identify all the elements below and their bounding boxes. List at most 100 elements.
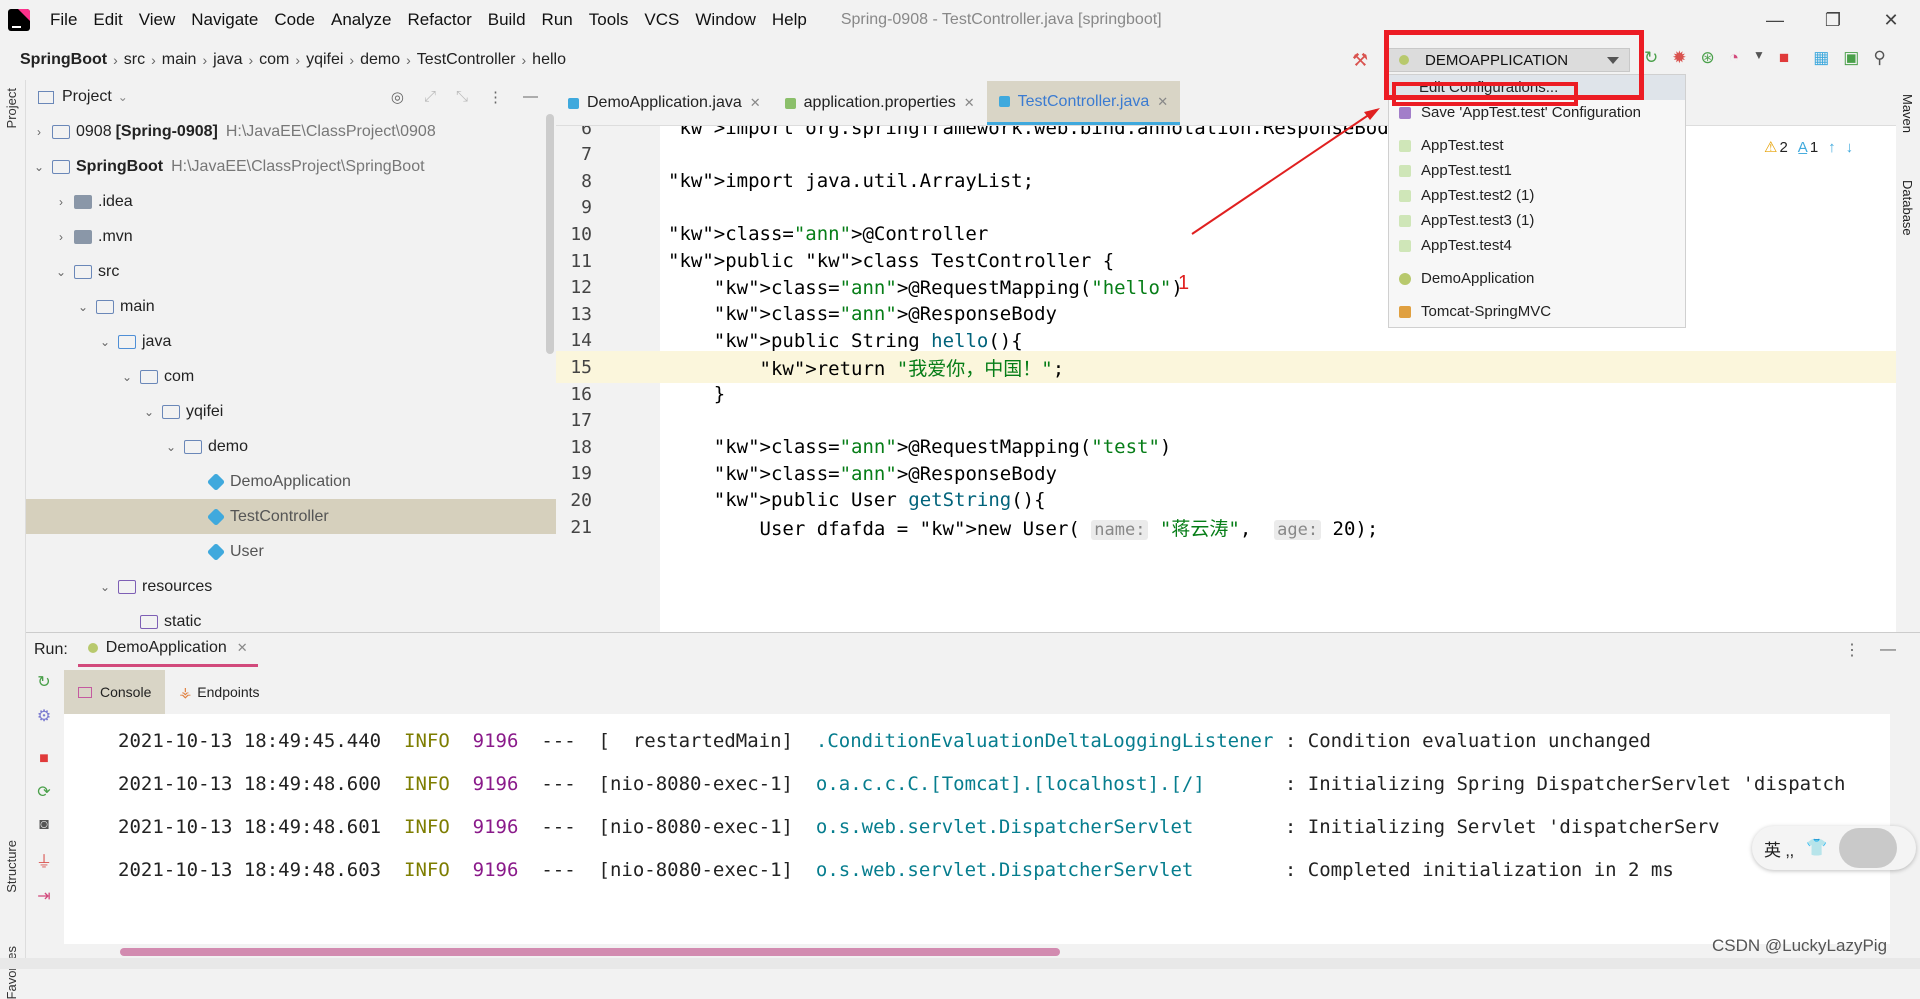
tree-item[interactable]: TestController <box>26 499 556 534</box>
tree-item[interactable]: ⌄ resources <box>26 569 556 604</box>
breadcrumb-item[interactable]: main <box>162 51 197 69</box>
chevron-down-icon[interactable]: ⌄ <box>76 300 90 314</box>
tree-item[interactable]: › 0908 [Spring-0908] H:\JavaEE\ClassProject… <box>26 114 556 149</box>
inspection-widget[interactable]: ⚠ 2 A̲ 1 ↑ ↓ <box>1764 138 1854 156</box>
close-icon[interactable]: ✕ <box>964 95 975 111</box>
breadcrumb-item[interactable]: SpringBoot <box>20 51 107 69</box>
debug-icon[interactable]: ✹ <box>1672 48 1686 68</box>
hide-panel-icon[interactable]: — <box>1880 641 1896 659</box>
tree-item[interactable]: DemoApplication <box>26 464 556 499</box>
tree-item[interactable]: ⌄ main <box>26 289 556 324</box>
tree-item[interactable]: ⌄ yqifei <box>26 394 556 429</box>
tree-item[interactable]: ⌄ com <box>26 359 556 394</box>
terminal-icon[interactable]: ▣ <box>1843 48 1859 68</box>
menu-item-build[interactable]: Build <box>480 10 534 30</box>
project-tool-tab[interactable]: Project <box>4 88 19 128</box>
structure-tool-tab[interactable]: Structure <box>4 840 19 893</box>
menu-item-analyze[interactable]: Analyze <box>323 10 399 30</box>
profile-icon[interactable]: ◔ <box>1729 48 1739 68</box>
menu-item-navigate[interactable]: Navigate <box>183 10 266 30</box>
rerun-icon[interactable]: ↻ <box>1644 48 1658 68</box>
run-config-item[interactable]: Tomcat-SpringMVC <box>1389 299 1685 324</box>
coverage-icon[interactable]: ⊛ <box>1701 48 1715 68</box>
close-icon[interactable]: ✕ <box>1157 94 1168 110</box>
breadcrumb-item[interactable]: yqifei <box>306 51 343 69</box>
editor-tab[interactable]: application.properties ✕ <box>773 81 987 125</box>
menu-item-window[interactable]: Window <box>687 10 763 30</box>
chevron-right-icon[interactable]: › <box>54 195 68 209</box>
close-icon[interactable]: ✕ <box>237 640 248 656</box>
tree-item[interactable]: ⌄ SpringBoot H:\JavaEE\ClassProject\Spring… <box>26 149 556 184</box>
rerun-icon[interactable]: ↻ <box>37 672 50 692</box>
tree-item[interactable]: static <box>26 604 556 632</box>
hide-panel-icon[interactable]: — <box>523 88 538 106</box>
settings-icon[interactable]: ⚙ <box>37 706 51 726</box>
database-tool-tab[interactable]: Database <box>1900 180 1915 236</box>
close-icon[interactable]: ✕ <box>1862 0 1920 40</box>
tree-item[interactable]: ⌄ src <box>26 254 556 289</box>
options-icon[interactable]: ⋮ <box>1844 640 1860 660</box>
exit-icon[interactable]: ⇥ <box>37 886 50 906</box>
build-hammer-icon[interactable]: ⚒ <box>1352 50 1368 71</box>
project-structure-icon[interactable]: ▦ <box>1813 48 1829 68</box>
run-config-item[interactable]: AppTest.test4 <box>1389 233 1685 258</box>
tree-item[interactable]: User <box>26 534 556 569</box>
console-horizontal-scrollbar[interactable] <box>120 948 1060 956</box>
search-icon[interactable]: ⚲ <box>1873 48 1885 68</box>
collapse-all-icon[interactable]: ⤡ <box>456 88 468 106</box>
arrow-down-icon[interactable]: ↓ <box>1846 139 1854 156</box>
menu-item-refactor[interactable]: Refactor <box>399 10 479 30</box>
run-tab-demoapplication[interactable]: DemoApplication ✕ <box>77 633 258 667</box>
run-config-item[interactable]: AppTest.test3 (1) <box>1389 208 1685 233</box>
chevron-down-icon[interactable]: ▼ <box>1753 48 1765 68</box>
tab-console[interactable]: Console <box>64 670 166 714</box>
stop-icon[interactable]: ■ <box>1779 48 1789 68</box>
breadcrumb-item[interactable]: src <box>124 51 145 69</box>
chevron-down-icon[interactable]: ⌄ <box>32 160 46 174</box>
chevron-right-icon[interactable]: › <box>32 125 46 139</box>
run-config-item[interactable]: AppTest.test <box>1389 133 1685 158</box>
run-config-item[interactable]: AppTest.test2 (1) <box>1389 183 1685 208</box>
project-panel-title[interactable]: Project <box>62 88 112 106</box>
menu-item-code[interactable]: Code <box>266 10 323 30</box>
ime-widget[interactable]: 英 ‚, 👕 <box>1752 826 1916 870</box>
menu-item-view[interactable]: View <box>131 10 184 30</box>
tree-item[interactable]: › .mvn <box>26 219 556 254</box>
chevron-down-icon[interactable]: ⌄ <box>118 90 128 104</box>
tree-item[interactable]: › .idea <box>26 184 556 219</box>
update-icon[interactable]: ⟳ <box>37 782 50 802</box>
expand-all-icon[interactable]: ⤢ <box>424 88 436 106</box>
chevron-down-icon[interactable]: ⌄ <box>164 440 178 454</box>
breadcrumb-item[interactable]: hello <box>532 51 566 69</box>
code-line[interactable]: 21 User dfafda = "kw">new User( name: "蒋… <box>556 511 1896 543</box>
breadcrumb-item[interactable]: com <box>259 51 289 69</box>
menu-item-help[interactable]: Help <box>764 10 815 30</box>
chevron-down-icon[interactable]: ⌄ <box>142 405 156 419</box>
run-config-item[interactable]: AppTest.test1 <box>1389 158 1685 183</box>
menu-item-tools[interactable]: Tools <box>581 10 637 30</box>
console-output[interactable]: 2021-10-13 18:49:45.440 INFO 9196 --- [ … <box>64 714 1890 944</box>
editor-tab[interactable]: TestController.java ✕ <box>986 81 1181 125</box>
tree-item[interactable]: ⌄ demo <box>26 429 556 464</box>
breadcrumb-item[interactable]: java <box>213 51 242 69</box>
minimize-icon[interactable]: — <box>1746 0 1804 40</box>
menu-item-vcs[interactable]: VCS <box>636 10 687 30</box>
options-icon[interactable]: ⋮ <box>488 88 503 106</box>
tree-item[interactable]: ⌄ java <box>26 324 556 359</box>
camera-icon[interactable]: ◙ <box>39 816 49 834</box>
chevron-right-icon[interactable]: › <box>54 230 68 244</box>
close-icon[interactable]: ✕ <box>750 95 761 111</box>
maven-tool-tab[interactable]: Maven <box>1900 94 1915 133</box>
favorites-tool-tab[interactable]: Favorites <box>4 946 19 999</box>
plug-icon[interactable]: ⏚ <box>36 848 52 872</box>
breadcrumb-item[interactable]: demo <box>360 51 400 69</box>
arrow-up-icon[interactable]: ↑ <box>1828 139 1836 156</box>
menu-item-edit[interactable]: Edit <box>85 10 130 30</box>
menu-item-file[interactable]: File <box>42 10 85 30</box>
chevron-down-icon[interactable]: ⌄ <box>120 370 134 384</box>
editor-tab[interactable]: DemoApplication.java ✕ <box>556 81 773 125</box>
breadcrumb-item[interactable]: TestController <box>417 51 516 69</box>
stop-icon[interactable]: ■ <box>39 750 49 768</box>
chevron-down-icon[interactable]: ⌄ <box>98 580 112 594</box>
tree-scrollbar[interactable] <box>546 114 554 354</box>
